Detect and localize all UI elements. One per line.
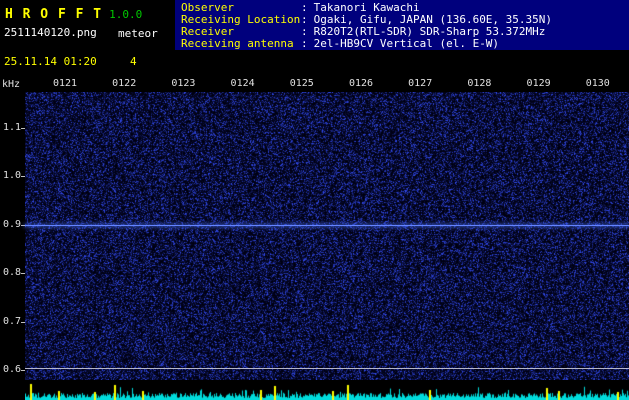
- spectrogram-canvas: [25, 92, 629, 380]
- freq-axis-unit: kHz: [2, 79, 20, 90]
- title-row: H R O F F T 1.0.0: [5, 3, 142, 22]
- station-info-row: Receiving antenna:2el-HB9CV Vertical (el…: [181, 38, 629, 50]
- time-tick-label: 0127: [405, 78, 435, 89]
- reference-line: [25, 368, 629, 369]
- time-tick-label: 0128: [464, 78, 494, 89]
- time-tick-label: 0122: [109, 78, 139, 89]
- echo-count: 4: [130, 55, 137, 68]
- time-tick-label: 0126: [346, 78, 376, 89]
- frequency-axis: kHz 1.1 1.0 0.9 0.8 0.7 0.6: [0, 0, 25, 400]
- info-label: Receiving antenna: [181, 38, 301, 50]
- header-left: H R O F F T 1.0.0 2511140120.png meteor 2…: [0, 0, 175, 78]
- level-trace-canvas: [25, 383, 629, 400]
- freq-tick-label: 1.0: [3, 170, 21, 181]
- app-version: 1.0.0: [109, 8, 142, 21]
- mode-label: meteor: [118, 27, 158, 40]
- hrofft-screen: H R O F F T 1.0.0 2511140120.png meteor 2…: [0, 0, 629, 400]
- info-separator: :: [301, 37, 308, 50]
- time-tick-label: 0129: [524, 78, 554, 89]
- station-info-panel: Observer: Takanori Kawachi Receiving Locat…: [175, 0, 629, 50]
- time-tick-label: 0124: [228, 78, 258, 89]
- freq-tick-label: 0.8: [3, 267, 21, 278]
- carrier-signal-line: [25, 225, 629, 226]
- freq-tick-label: 0.9: [3, 219, 21, 230]
- time-tick-label: 0125: [287, 78, 317, 89]
- info-value: 2el-HB9CV Vertical (el. E-W): [314, 37, 499, 50]
- time-tick-label: 0123: [168, 78, 198, 89]
- freq-tick-label: 0.7: [3, 316, 21, 327]
- time-tick-label: 0130: [583, 78, 613, 89]
- freq-tick-label: 1.1: [3, 122, 21, 133]
- time-tick-label: 0121: [50, 78, 80, 89]
- freq-tick-label: 0.6: [3, 364, 21, 375]
